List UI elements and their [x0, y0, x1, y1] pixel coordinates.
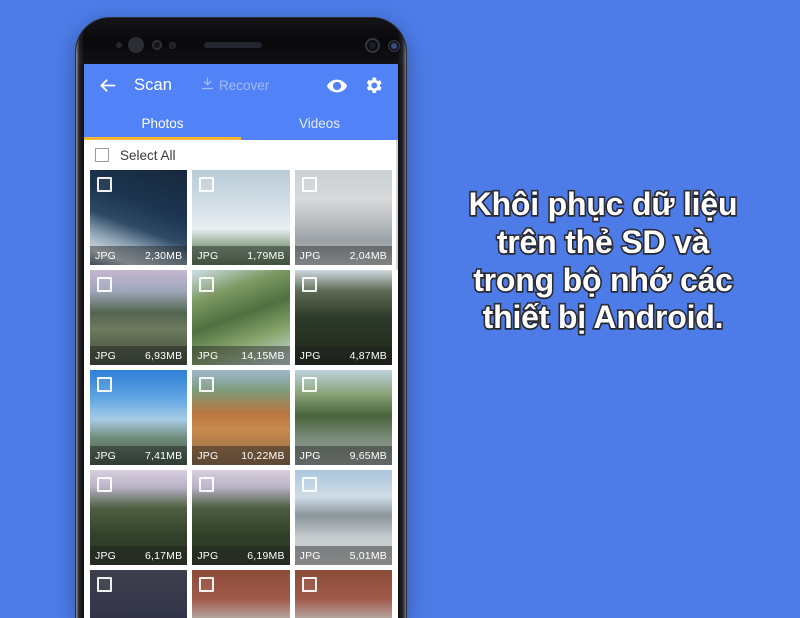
caption-line-2: trên thẻ SD và	[495, 222, 711, 261]
photo-size-label: 6,17MB	[144, 549, 183, 562]
photo-tile[interactable]: JPG 10,22MB	[192, 370, 290, 465]
caption-line-1: Khôi phục dữ liệu	[467, 184, 739, 223]
photo-tile[interactable]	[192, 570, 290, 618]
photo-tile[interactable]	[90, 570, 188, 618]
select-all-row[interactable]: Select All	[84, 140, 398, 170]
download-icon	[200, 76, 215, 96]
photo-type-label: JPG	[95, 449, 117, 462]
photo-meta-bar: JPG 14,15MB	[192, 346, 290, 365]
photo-select-checkbox[interactable]	[199, 177, 215, 192]
photo-select-checkbox[interactable]	[199, 577, 215, 592]
photo-size-label: 10,22MB	[241, 449, 285, 462]
photo-tile[interactable]: JPG 9,65MB	[294, 370, 392, 465]
sensor-dot-icon	[116, 42, 122, 48]
photo-meta-bar: JPG 2,30MB	[90, 246, 188, 265]
photo-meta-bar: JPG 6,19MB	[192, 546, 290, 565]
photo-size-label: 2,04MB	[349, 249, 387, 262]
photo-select-checkbox[interactable]	[97, 277, 112, 292]
photo-select-checkbox[interactable]	[199, 377, 215, 392]
list-scrollbar[interactable]	[396, 140, 398, 270]
photo-type-label: JPG	[299, 349, 321, 362]
photo-meta-bar: JPG 2,04MB	[294, 246, 392, 265]
photo-size-label: 1,79MB	[247, 249, 285, 262]
photo-type-label: JPG	[299, 249, 321, 262]
phone-top-bezel	[76, 18, 406, 64]
photo-size-label: 9,65MB	[349, 449, 387, 462]
photo-tile[interactable]: JPG 14,15MB	[192, 270, 290, 365]
front-camera-icon	[365, 38, 380, 53]
photo-size-label: 6,93MB	[144, 349, 183, 362]
earpiece-speaker-icon	[204, 42, 262, 48]
photo-select-checkbox[interactable]	[97, 477, 112, 492]
photo-tile[interactable]: JPG 2,30MB	[90, 170, 188, 265]
photo-type-label: JPG	[95, 549, 117, 562]
photo-select-checkbox[interactable]	[301, 477, 317, 492]
photo-tile[interactable]: JPG 6,19MB	[192, 470, 290, 565]
photo-type-label: JPG	[299, 449, 321, 462]
tab-photos[interactable]: Photos	[84, 107, 241, 140]
photo-meta-bar: JPG 10,22MB	[192, 446, 290, 465]
photo-select-checkbox[interactable]	[301, 177, 317, 192]
photo-tile[interactable]: JPG 5,01MB	[294, 470, 392, 565]
photo-tile[interactable]	[294, 570, 392, 618]
photo-meta-bar: JPG 6,17MB	[90, 546, 188, 565]
photo-select-checkbox[interactable]	[97, 577, 112, 592]
photo-select-checkbox[interactable]	[199, 477, 215, 492]
photo-meta-bar: JPG 9,65MB	[294, 446, 392, 465]
light-sensor-icon	[152, 40, 162, 50]
gear-icon[interactable]	[360, 73, 386, 99]
caption-text: Khôi phục dữ liệu trên thẻ SD và trong b…	[418, 184, 788, 337]
photo-tile[interactable]: JPG 4,87MB	[294, 270, 392, 365]
iris-scanner-icon	[388, 40, 400, 52]
photo-meta-bar: JPG 5,01MB	[294, 546, 392, 565]
photo-select-checkbox[interactable]	[97, 177, 112, 192]
ir-sensor-icon	[169, 42, 176, 49]
photo-select-checkbox[interactable]	[199, 277, 215, 292]
photo-type-label: JPG	[95, 349, 117, 362]
photo-type-label: JPG	[197, 249, 219, 262]
eye-icon[interactable]	[324, 73, 350, 99]
photo-grid: JPG 2,30MB JPG 1,79MB JPG 2,04MB JPG 6,93MB JPG 1…	[84, 170, 398, 618]
photo-type-label: JPG	[95, 249, 117, 262]
photo-size-label: 2,30MB	[144, 249, 183, 262]
caption-line-3: trong bộ nhớ các	[472, 260, 735, 299]
select-all-checkbox[interactable]	[95, 148, 109, 162]
tab-bar: Photos Videos	[84, 107, 398, 140]
photo-size-label: 6,19MB	[247, 549, 285, 562]
photo-tile[interactable]: JPG 7,41MB	[90, 370, 188, 465]
photo-meta-bar: JPG 6,93MB	[90, 346, 188, 365]
photo-select-checkbox[interactable]	[301, 277, 317, 292]
photo-type-label: JPG	[197, 449, 219, 462]
phone-screen: Scan Recover Photos Videos Select All JP…	[84, 64, 398, 618]
photo-size-label: 5,01MB	[349, 549, 387, 562]
proximity-sensor-icon	[128, 37, 144, 53]
caption-line-4: thiết bị Android.	[481, 298, 725, 337]
photo-meta-bar: JPG 4,87MB	[294, 346, 392, 365]
photo-select-checkbox[interactable]	[97, 377, 112, 392]
photo-select-checkbox[interactable]	[301, 577, 317, 592]
phone-mockup: Scan Recover Photos Videos Select All JP…	[76, 18, 406, 618]
photo-tile[interactable]: JPG 2,04MB	[294, 170, 392, 265]
photo-type-label: JPG	[197, 349, 219, 362]
photo-tile[interactable]: JPG 1,79MB	[192, 170, 290, 265]
recover-label: Recover	[219, 78, 270, 93]
photo-tile[interactable]: JPG 6,93MB	[90, 270, 188, 365]
photo-size-label: 4,87MB	[349, 349, 387, 362]
photo-size-label: 14,15MB	[241, 349, 285, 362]
tab-videos[interactable]: Videos	[241, 107, 398, 140]
photo-size-label: 7,41MB	[144, 449, 183, 462]
page-title: Scan	[134, 76, 173, 94]
photo-meta-bar: JPG 7,41MB	[90, 446, 188, 465]
photo-type-label: JPG	[299, 549, 321, 562]
photo-tile[interactable]: JPG 6,17MB	[90, 470, 188, 565]
photo-meta-bar: JPG 1,79MB	[192, 246, 290, 265]
select-all-label: Select All	[120, 147, 176, 163]
tab-active-indicator	[84, 137, 241, 140]
photo-type-label: JPG	[197, 549, 219, 562]
app-bar: Scan Recover	[84, 64, 398, 107]
back-arrow-icon[interactable]	[94, 73, 120, 99]
recover-button[interactable]: Recover	[200, 76, 269, 96]
photo-select-checkbox[interactable]	[301, 377, 317, 392]
